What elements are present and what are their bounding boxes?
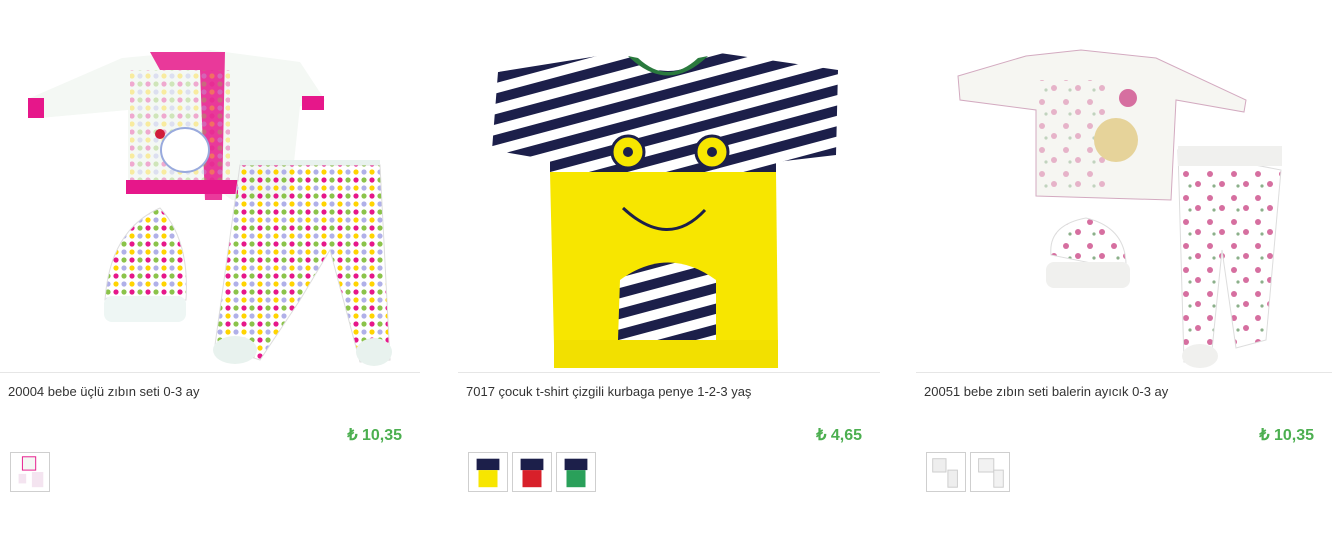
variant-thumbnail[interactable] <box>970 452 1010 492</box>
product-price: ₺ 10,35 <box>1259 427 1314 444</box>
product-price: ₺ 4,65 <box>816 427 862 444</box>
divider <box>916 372 1332 373</box>
product-name[interactable]: 20004 bebe üçlü zıbın seti 0-3 ay <box>8 384 200 399</box>
product-card[interactable]: 20004 bebe üçlü zıbın seti 0-3 ay ₺ 10,3… <box>0 0 420 536</box>
divider <box>458 372 880 373</box>
product-image[interactable] <box>916 0 1332 372</box>
variant-thumbnail[interactable] <box>926 452 966 492</box>
product-card[interactable]: 7017 çocuk t-shirt çizgili kurbaga penye… <box>458 0 880 536</box>
variant-thumbnails <box>926 452 1010 492</box>
product-image[interactable] <box>458 0 880 372</box>
variant-thumbnails <box>10 452 50 492</box>
product-name[interactable]: 20051 bebe zıbın seti balerin ayıcık 0-3… <box>924 384 1168 399</box>
product-image[interactable] <box>0 0 420 372</box>
ballerina-bear-baby-set-image <box>957 49 1282 368</box>
baby-clothing-set-pink-image <box>28 50 392 366</box>
variant-thumbnail-green[interactable] <box>556 452 596 492</box>
product-price: ₺ 10,35 <box>347 427 402 444</box>
product-card[interactable]: 20051 bebe zıbın seti balerin ayıcık 0-3… <box>916 0 1332 536</box>
product-name[interactable]: 7017 çocuk t-shirt çizgili kurbaga penye… <box>466 384 751 399</box>
frog-striped-tshirt-image <box>492 52 838 368</box>
variant-thumbnail-yellow[interactable] <box>468 452 508 492</box>
divider <box>0 372 420 373</box>
variant-thumbnail[interactable] <box>10 452 50 492</box>
variant-thumbnails <box>468 452 596 492</box>
variant-thumbnail-red[interactable] <box>512 452 552 492</box>
